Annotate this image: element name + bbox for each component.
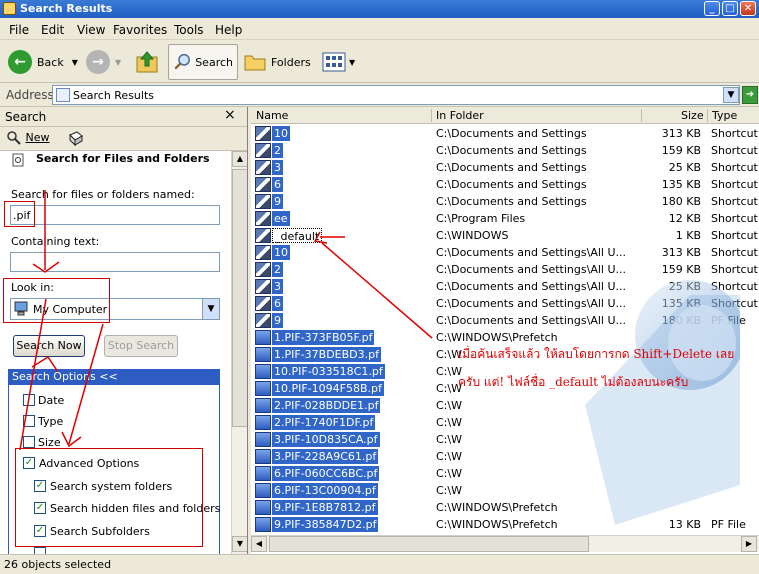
- arrow-default-diagonal: [321, 242, 433, 339]
- annotation-arrows: [19, 190, 433, 451]
- status-bar: 26 objects selected: [0, 554, 759, 574]
- arrow-lookin-to-search: [19, 298, 47, 451]
- arrow-head-1: [32, 261, 60, 273]
- annotation-line-2: ครับ แต่! ไฟล์ชื่อ _default ไม่ต้องลบนะค…: [458, 375, 689, 389]
- arrow-lookin-to-advanced: [68, 323, 104, 445]
- status-text: 26 objects selected: [4, 558, 112, 571]
- annotation-line-1: เมื่อค้นเสร็จแล้ว ให้ลบโดยการกด Shift+De…: [458, 347, 735, 361]
